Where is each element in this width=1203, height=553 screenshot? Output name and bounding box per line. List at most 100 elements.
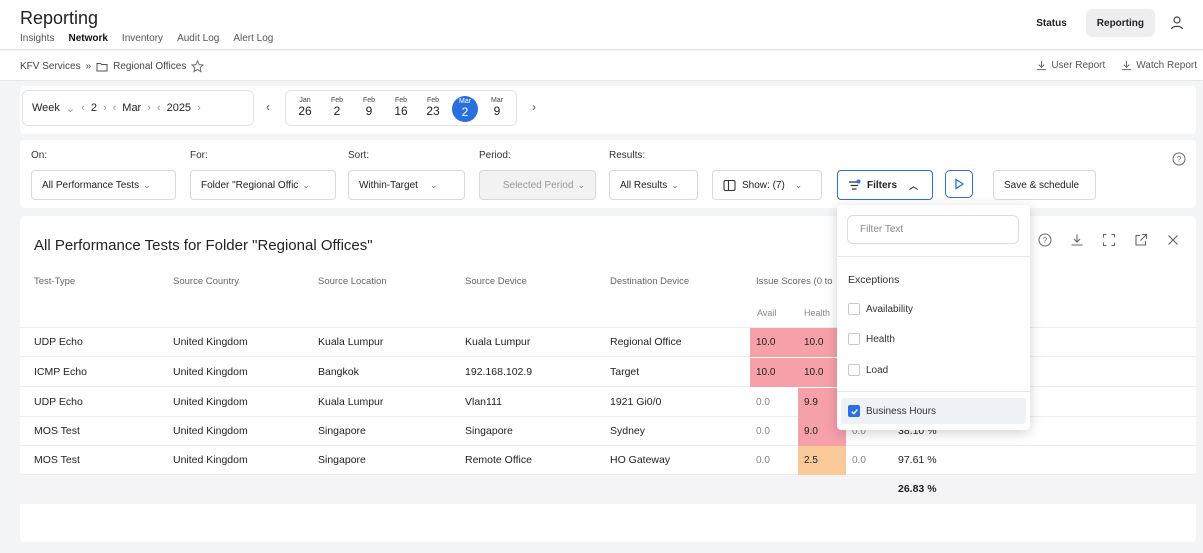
breadcrumb-root[interactable]: KFV Services — [20, 61, 81, 72]
svg-text:?: ? — [1043, 236, 1048, 245]
health-option[interactable]: Health — [848, 330, 895, 348]
save-schedule-button[interactable]: Save & schedule — [993, 170, 1096, 200]
column-header-source-device[interactable]: Source Device — [465, 276, 527, 287]
breadcrumb-current: Regional Offices — [113, 61, 187, 72]
reporting-button[interactable]: Reporting — [1085, 9, 1155, 37]
next-week-icon[interactable]: › — [532, 100, 536, 114]
user-button[interactable] — [1163, 9, 1191, 37]
column-header-source-country[interactable]: Source Country — [173, 276, 239, 287]
columns-icon — [723, 179, 736, 191]
period-select[interactable]: Selected Period ⌄ — [479, 170, 596, 200]
chevron-left-icon[interactable]: ‹ — [157, 102, 161, 114]
chevron-left-icon[interactable]: ‹ — [113, 102, 117, 114]
date-panel: Week ⌄ ‹ 2 › ‹ Mar › ‹ 2025 › ‹ Jan 26 Fe… — [20, 86, 1196, 134]
availability-option[interactable]: Availability — [848, 300, 913, 318]
filter-panel: On: All Performance Tests ⌄ For: Folder "… — [20, 140, 1196, 208]
filter-icon — [849, 179, 861, 190]
cell-test-type: MOS Test — [34, 454, 80, 466]
breadcrumb-separator: » — [85, 61, 92, 72]
top-nav: Insights Network Inventory Audit Log Ale… — [20, 33, 273, 44]
help-icon[interactable]: ? — [1038, 233, 1052, 247]
cell-avail-score: 0.0 — [756, 397, 770, 408]
cell-source-location: Bangkok — [318, 366, 359, 378]
cell-avail-score: 10.0 — [750, 328, 798, 357]
cell-avail-score: 0.0 — [756, 455, 770, 466]
cell-test-type: MOS Test — [34, 425, 80, 437]
year-value[interactable]: 2025 — [167, 102, 191, 114]
chevron-down-icon[interactable]: ⌄ — [66, 102, 75, 115]
cell-source-device: Singapore — [465, 425, 513, 437]
show-columns-button[interactable]: Show: (7) ⌄ — [712, 170, 822, 200]
star-icon[interactable] — [191, 60, 205, 73]
prev-week-icon[interactable]: ‹ — [266, 100, 270, 114]
total-percent: 26.83 % — [898, 483, 937, 495]
column-header-source-location[interactable]: Source Location — [318, 276, 387, 287]
page-title: Reporting — [20, 8, 99, 28]
table-total-row: 26.83 % — [20, 475, 1196, 504]
user-icon — [1170, 16, 1184, 30]
load-option[interactable]: Load — [848, 361, 888, 379]
week-value[interactable]: 2 — [91, 102, 97, 114]
cell-test-type: ICMP Echo — [34, 366, 87, 378]
cell-test-type: UDP Echo — [34, 336, 83, 348]
watch-report-link[interactable]: Watch Report — [1121, 60, 1197, 71]
status-button[interactable]: Status — [1025, 9, 1078, 37]
fullscreen-icon[interactable] — [1102, 233, 1116, 247]
user-report-link[interactable]: User Report — [1036, 60, 1105, 71]
availability-checkbox[interactable] — [848, 303, 860, 315]
granularity-select[interactable]: Week — [32, 102, 60, 114]
calendar-day[interactable]: Mar 9 — [484, 95, 510, 123]
chevron-right-icon[interactable]: › — [147, 102, 151, 114]
nav-inventory[interactable]: Inventory — [122, 33, 163, 44]
dropdown-divider — [837, 391, 1030, 392]
cell-avail-score: 0.0 — [756, 426, 770, 437]
for-select[interactable]: Folder "Regional Offic ⌄ — [190, 170, 336, 200]
app-header: Reporting Insights Network Inventory Aud… — [0, 0, 1203, 50]
watch-report-label: Watch Report — [1136, 60, 1197, 71]
chevron-right-icon[interactable]: › — [103, 102, 107, 114]
nav-alert-log[interactable]: Alert Log — [233, 33, 273, 44]
run-button[interactable] — [945, 170, 973, 198]
business-hours-option[interactable]: Business Hours — [848, 402, 936, 420]
results-select[interactable]: All Results ⌄ — [609, 170, 698, 200]
sort-select[interactable]: Within-Target ⌄ — [348, 170, 465, 200]
close-icon[interactable] — [1166, 233, 1180, 247]
chevron-right-icon[interactable]: › — [197, 102, 201, 114]
cell-destination-device: 1921 Gi0/0 — [610, 396, 662, 408]
calendar-day[interactable]: Feb 23 — [420, 95, 446, 123]
calendar-day[interactable]: Jan 26 — [292, 95, 318, 123]
subcolumn-header-avail[interactable]: Avail — [757, 308, 776, 318]
cell-source-country: United Kingdom — [173, 425, 248, 437]
column-header-test-type[interactable]: Test-Type — [34, 276, 75, 287]
month-value[interactable]: Mar — [122, 102, 141, 114]
svg-text:?: ? — [1177, 155, 1182, 164]
filters-button[interactable]: Filters ︿ — [837, 170, 933, 200]
subcolumn-header-health[interactable]: Health — [804, 308, 830, 318]
cell-source-device: 192.168.102.9 — [465, 366, 533, 378]
health-checkbox[interactable] — [848, 333, 860, 345]
period-label: Period: — [479, 150, 511, 161]
cell-source-location: Singapore — [318, 425, 366, 437]
nav-audit-log[interactable]: Audit Log — [177, 33, 219, 44]
external-link-icon[interactable] — [1134, 233, 1148, 247]
cell-source-device: Vlan111 — [465, 396, 502, 408]
calendar-day-selected[interactable]: Mar 2 — [452, 96, 478, 122]
column-header-destination-device[interactable]: Destination Device — [610, 276, 689, 287]
calendar-day[interactable]: Feb 16 — [388, 95, 414, 123]
cell-load-score: 0.0 — [852, 455, 866, 466]
on-select[interactable]: All Performance Tests ⌄ — [31, 170, 176, 200]
help-icon[interactable]: ? — [1172, 152, 1186, 166]
calendar-day[interactable]: Feb 2 — [324, 95, 350, 123]
chevron-left-icon[interactable]: ‹ — [81, 102, 85, 114]
table-row[interactable]: MOS Test United Kingdom Singapore Remote… — [20, 446, 1196, 475]
period-selector: Week ⌄ ‹ 2 › ‹ Mar › ‹ 2025 › — [22, 90, 254, 126]
filter-text-input[interactable] — [847, 215, 1019, 244]
calendar-day[interactable]: Feb 9 — [356, 95, 382, 123]
nav-insights[interactable]: Insights — [20, 33, 54, 44]
cell-avail-score: 10.0 — [750, 358, 798, 387]
column-header-issue-scores[interactable]: Issue Scores (0 to — [756, 276, 833, 287]
business-hours-checkbox[interactable] — [848, 405, 860, 417]
load-checkbox[interactable] — [848, 364, 860, 376]
nav-network[interactable]: Network — [68, 33, 107, 44]
download-icon[interactable] — [1070, 233, 1084, 247]
